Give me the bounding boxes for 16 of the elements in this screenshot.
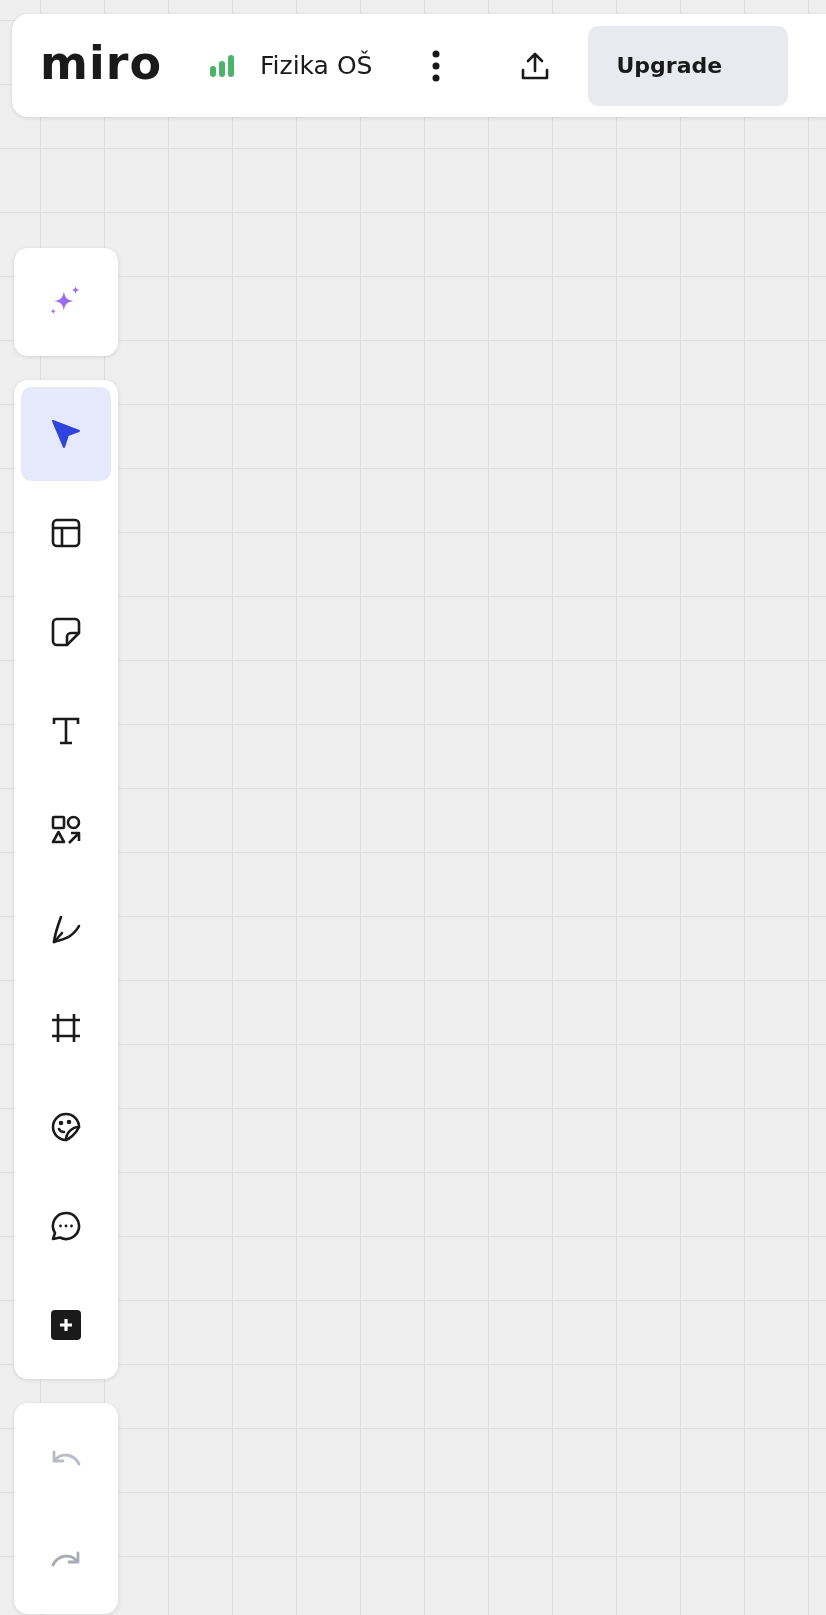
upload-icon[interactable] — [520, 50, 551, 81]
layout-icon — [50, 517, 82, 549]
sticky-note-icon — [50, 616, 82, 648]
plus-icon — [50, 1309, 82, 1341]
signal-icon — [210, 54, 234, 77]
board-name[interactable]: Fizika OŠ — [260, 51, 373, 80]
upgrade-button[interactable]: Upgrade — [588, 25, 789, 106]
sticker-icon — [50, 1111, 82, 1143]
pen-icon — [50, 913, 82, 945]
shapes-icon — [50, 814, 82, 846]
frame-icon — [50, 1012, 82, 1044]
logo[interactable]: miro — [40, 39, 162, 92]
text-icon — [50, 715, 82, 747]
cursor-icon — [50, 418, 82, 450]
more-icon[interactable] — [432, 49, 441, 82]
comment-icon — [50, 1210, 82, 1242]
